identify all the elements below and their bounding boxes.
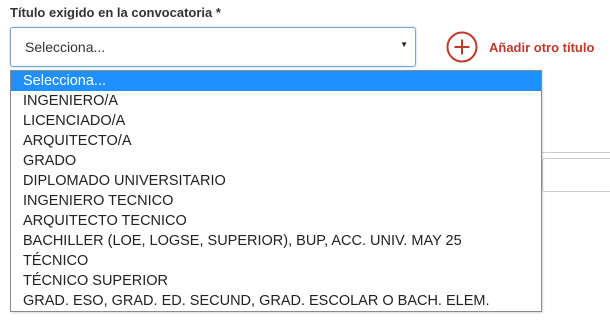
- background-input: [542, 158, 610, 192]
- dropdown-option[interactable]: ARQUITECTO/A: [11, 131, 541, 151]
- dropdown-option[interactable]: DIPLOMADO UNIVERSITARIO: [11, 171, 541, 191]
- plus-circle-icon: [446, 31, 478, 63]
- dropdown-option[interactable]: ARQUITECTO TECNICO: [11, 211, 541, 231]
- dropdown-option[interactable]: GRADO: [11, 151, 541, 171]
- select-value: Selecciona...: [25, 39, 106, 55]
- dropdown-option[interactable]: TÉCNICO SUPERIOR: [11, 271, 541, 291]
- add-title-button[interactable]: Añadir otro título: [446, 31, 594, 63]
- dropdown-option[interactable]: TÉCNICO: [11, 251, 541, 271]
- title-select[interactable]: Selecciona... ▼: [10, 27, 416, 67]
- dropdown-option[interactable]: LICENCIADO/A: [11, 111, 541, 131]
- dropdown-option[interactable]: GRAD. ESO, GRAD. ED. SECUND, GRAD. ESCOL…: [11, 291, 541, 311]
- dropdown-option[interactable]: BACHILLER (LOE, LOGSE, SUPERIOR), BUP, A…: [11, 231, 541, 251]
- add-title-label: Añadir otro título: [489, 39, 595, 55]
- background-divider: [540, 152, 610, 153]
- dropdown-option[interactable]: INGENIERO TECNICO: [11, 191, 541, 211]
- caret-down-icon: ▼: [400, 40, 408, 49]
- dropdown-option[interactable]: INGENIERO/A: [11, 91, 541, 111]
- field-label: Título exigido en la convocatoria *: [10, 5, 221, 20]
- dropdown-option[interactable]: Selecciona...: [11, 71, 541, 91]
- dropdown-list[interactable]: Selecciona... INGENIERO/A LICENCIADO/A ARQU…: [10, 70, 542, 312]
